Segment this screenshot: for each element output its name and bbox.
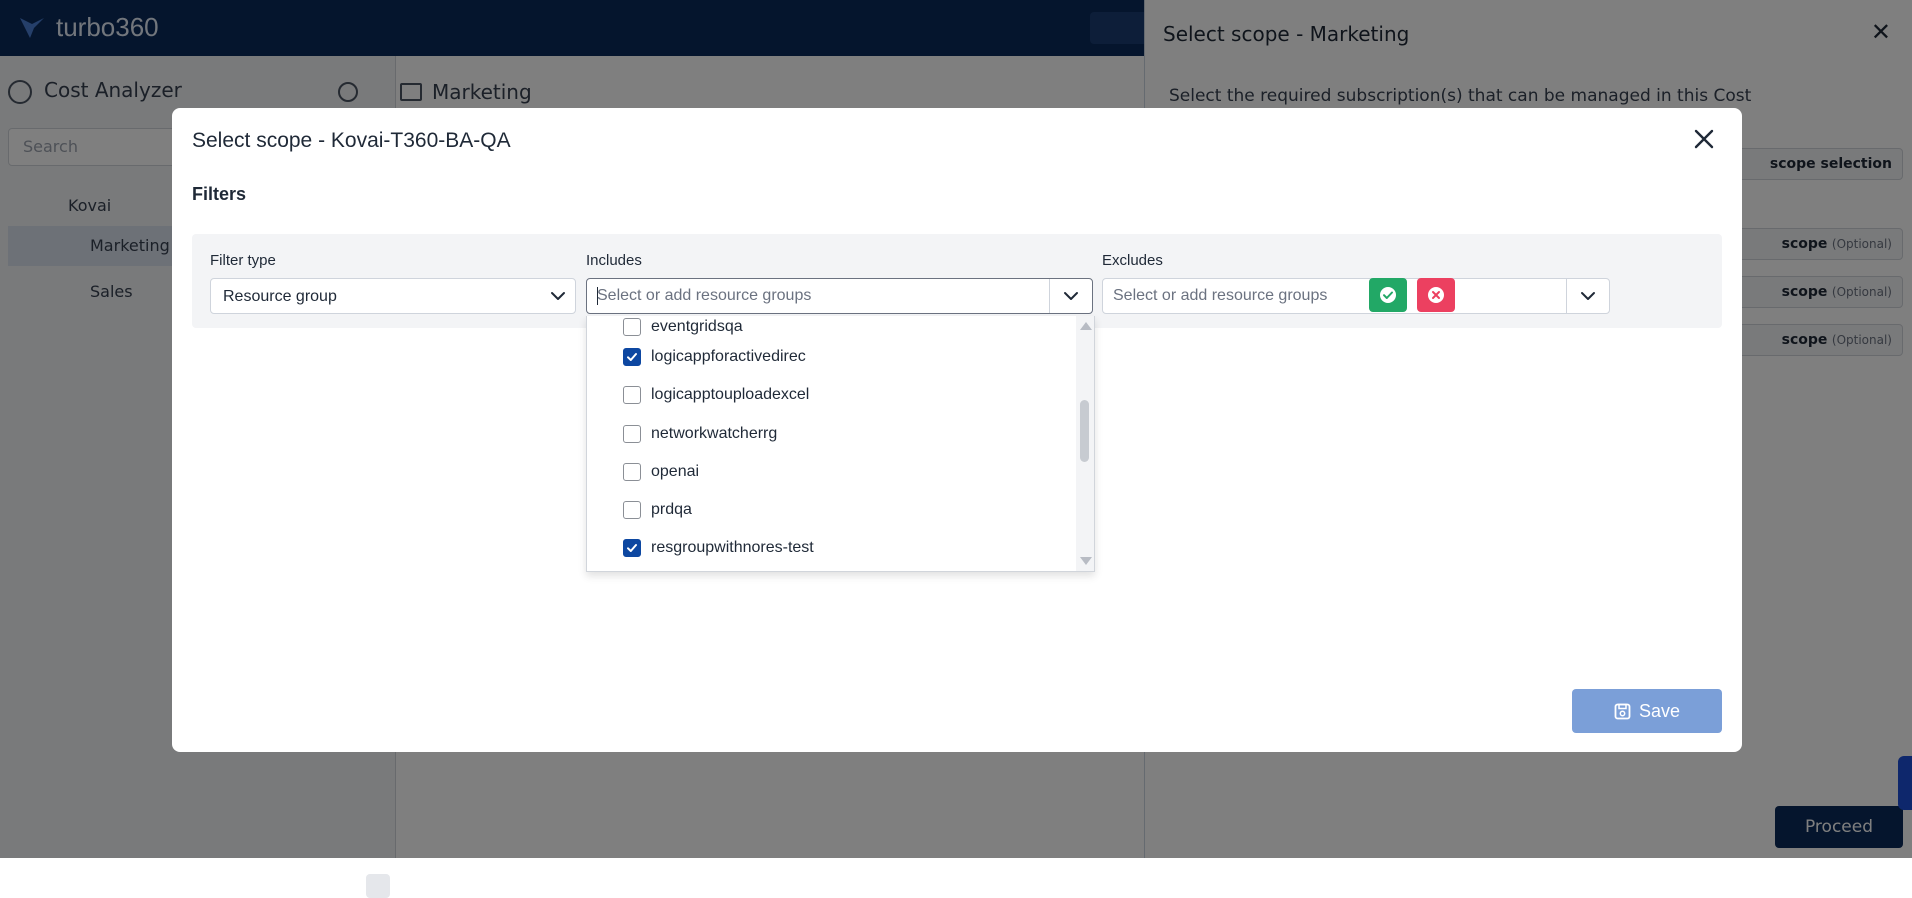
modal-title: Select scope - Kovai-T360-BA-QA — [192, 129, 511, 152]
chevron-down-icon — [1064, 292, 1078, 300]
filter-type-value: Resource group — [223, 288, 337, 305]
check-circle-icon — [1380, 287, 1396, 303]
excludes-combobox[interactable] — [1102, 278, 1610, 314]
dropdown-option[interactable]: prdqa — [587, 491, 1073, 529]
checkmark-icon — [627, 544, 637, 552]
save-icon — [1614, 703, 1631, 719]
chevron-down-icon — [1581, 292, 1595, 300]
option-label: openai — [651, 463, 700, 480]
option-label: resgroupwithnores-test — [651, 539, 814, 556]
option-label: eventgridsqa — [651, 318, 743, 335]
option-label: networkwatcherrg — [651, 425, 778, 442]
remove-filter-button[interactable] — [1417, 278, 1455, 312]
scroll-down-arrow-icon[interactable] — [1080, 557, 1092, 565]
select-scope-modal: Select scope - Kovai-T360-BA-QA Filters … — [172, 108, 1742, 752]
includes-label: Includes — [586, 252, 642, 269]
save-button[interactable]: Save — [1572, 689, 1722, 733]
filter-row: Filter type Resource group Includes Excl… — [192, 234, 1722, 328]
apply-filter-button[interactable] — [1369, 278, 1407, 312]
dropdown-option[interactable]: logicapptouploadexcel — [587, 376, 1073, 414]
checkbox[interactable] — [623, 425, 641, 443]
filter-type-label: Filter type — [210, 252, 276, 269]
dropdown-option[interactable]: openai — [587, 453, 1073, 491]
dropdown-option[interactable]: logicappforactivedirec — [587, 338, 1073, 376]
excludes-label: Excludes — [1102, 252, 1163, 269]
chevron-down-icon — [551, 292, 565, 300]
collapse-panel-button[interactable] — [366, 874, 390, 898]
checkbox[interactable] — [623, 501, 641, 519]
excludes-input[interactable] — [1103, 279, 1567, 313]
option-label: logicappforactivedirec — [651, 348, 806, 365]
excludes-dropdown-toggle[interactable] — [1566, 279, 1609, 313]
checkbox[interactable] — [623, 463, 641, 481]
checkbox[interactable] — [623, 318, 641, 336]
includes-input[interactable] — [587, 279, 1050, 313]
filters-heading: Filters — [192, 184, 247, 204]
modal-close-icon[interactable] — [1691, 126, 1717, 152]
option-label: prdqa — [651, 501, 692, 518]
option-label: logicapptouploadexcel — [651, 386, 810, 403]
filter-type-select[interactable]: Resource group — [210, 278, 576, 314]
close-circle-icon — [1428, 287, 1444, 303]
checkbox[interactable] — [623, 348, 641, 366]
checkbox[interactable] — [623, 386, 641, 404]
scroll-up-arrow-icon[interactable] — [1080, 322, 1092, 330]
checkbox[interactable] — [623, 539, 641, 557]
dropdown-option[interactable]: resgroupwithnores-test — [587, 529, 1073, 567]
dropdown-scrollbar[interactable] — [1076, 316, 1094, 571]
dropdown-option[interactable]: networkwatcherrg — [587, 415, 1073, 453]
scrollbar-thumb[interactable] — [1080, 400, 1089, 462]
checkmark-icon — [627, 353, 637, 361]
includes-combobox[interactable] — [586, 278, 1093, 314]
text-caret — [597, 287, 598, 305]
includes-dropdown-list: eventgridsqa logicappforactivedirec logi… — [586, 316, 1095, 572]
includes-dropdown-toggle[interactable] — [1049, 279, 1092, 313]
save-label: Save — [1638, 700, 1681, 721]
